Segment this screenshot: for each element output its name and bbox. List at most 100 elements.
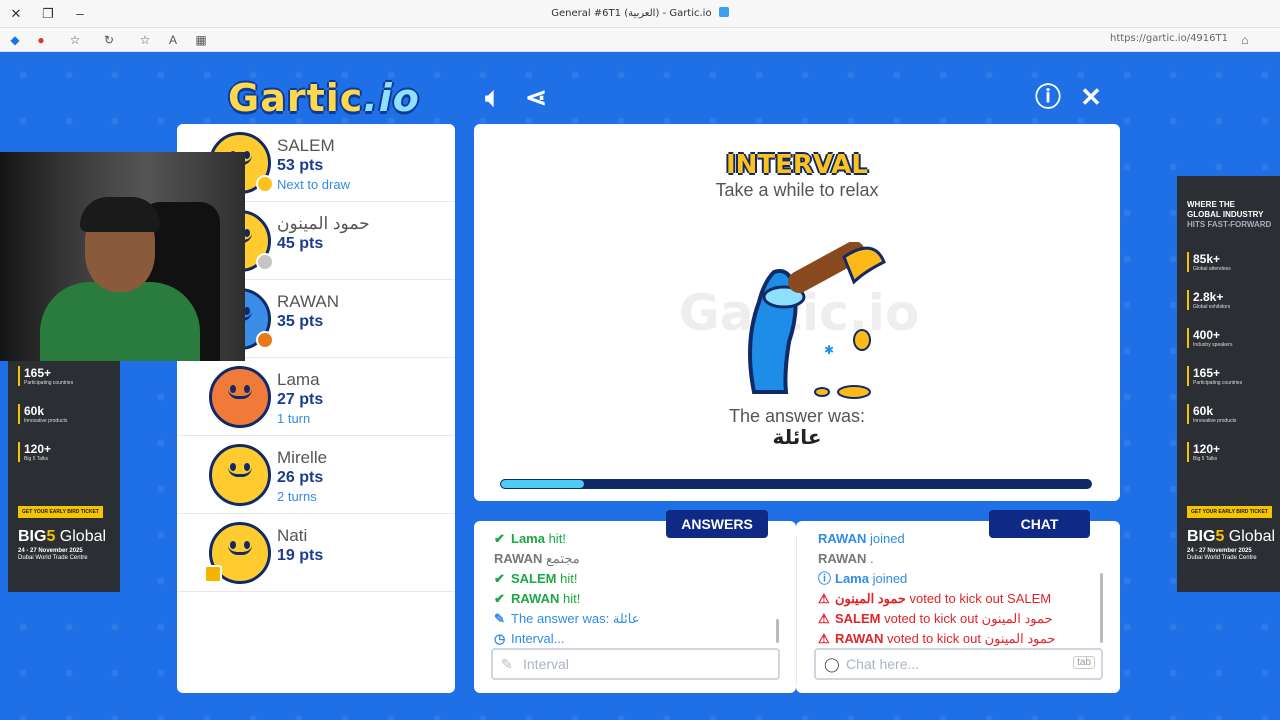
chat-message: ✔ RAWAN hit! [494, 589, 774, 609]
ad-brand-big: BIG [1187, 528, 1216, 545]
ad-brand: BIG5 Global [1187, 528, 1275, 546]
player-points: 35 pts [277, 313, 324, 330]
chat-message-list[interactable]: RAWAN joined RAWAN . ⓘ Lama joined ⚠ حمود الم… [818, 529, 1096, 649]
game-page: Gartic.io 🔈︎ ⋖ ⓘ ✕ 165+ Participating co… [0, 52, 1280, 720]
message-author: RAWAN [818, 551, 867, 566]
avatar-mouth [228, 545, 252, 555]
ad-stat-number: 60k [1193, 404, 1214, 418]
player-row[interactable]: Lama 27 pts 1 turn [177, 358, 455, 436]
ad-stat: 165+ Participating countries [18, 366, 73, 386]
pencil-icon: ✎ [501, 656, 513, 672]
ad-stat-number: 85k+ [1193, 252, 1221, 266]
ad-dates: 24 - 27 November 2025 Dubai World Trade … [18, 548, 88, 562]
ad-stat-label: Innovative products [24, 418, 68, 424]
close-icon[interactable]: ✕ [1076, 82, 1106, 112]
message-author: Lama [511, 531, 545, 546]
player-status: 2 turns [277, 489, 317, 504]
tab-chat[interactable]: CHAT [989, 510, 1090, 538]
message-author: RAWAN [818, 531, 867, 546]
ad-brand-global: Global [1224, 528, 1276, 545]
chat-message: ✎ The answer was: عائلة [494, 609, 774, 629]
message-icon: ◷ [494, 631, 506, 646]
player-row[interactable]: Mirelle 26 pts 2 turns [177, 436, 455, 514]
sound-icon[interactable]: 🔈︎ [478, 82, 508, 112]
player-points: 19 pts [277, 547, 324, 564]
copilot-icon[interactable]: ◆ [6, 31, 24, 49]
chat-message: ⚠ SALEM voted to kick out حمود المينون [818, 609, 1096, 629]
message-author: RAWAN [494, 551, 543, 566]
left-ad-banner[interactable]: 165+ Participating countries 60k Innovat… [8, 352, 120, 592]
info-icon[interactable]: ⓘ [1033, 82, 1063, 112]
message-author: Lama [835, 571, 869, 586]
message-text: hit! [556, 571, 578, 586]
refresh-icon[interactable]: ↻ [100, 31, 118, 49]
tab-answers[interactable]: ANSWERS [666, 510, 768, 538]
chat-input-box[interactable]: ◯ tab [814, 648, 1103, 680]
ad-stat-label: Big 5 Talks [24, 456, 49, 462]
message-icon: ✎ [494, 611, 505, 626]
ad-dates-text: 24 - 27 November 2025 [1187, 548, 1252, 554]
ad-brand-global: Global [55, 528, 107, 545]
chat-input[interactable] [846, 654, 1066, 674]
ad-stat-number: 120+ [1193, 442, 1221, 456]
message-author: SALEM [835, 611, 881, 626]
ad-stat: 60k Innovative products [1187, 404, 1236, 424]
avatar-mouth [228, 389, 252, 399]
ad-stat-label: Innovative products [1193, 418, 1237, 424]
ad-stat: 2.8k+ Global exhibitors [1187, 290, 1230, 310]
player-points: 45 pts [277, 235, 324, 252]
message-text: joined [868, 571, 908, 586]
message-author: حمود المينون [835, 591, 906, 606]
message-icon: ⚠ [818, 611, 830, 626]
answers-panel: ✔ Lama hit! RAWAN مجتمع ✔ SALEM hit! ✔ RAWAN h… [474, 521, 796, 693]
message-text: hit! [544, 531, 566, 546]
ad-stat-label: Participating countries [1193, 380, 1243, 386]
chat-message: ⓘ Lama joined [818, 569, 1096, 589]
player-name: SALEM [277, 136, 335, 155]
drawing-canvas[interactable]: Gartic.io INTERVAL Take a while to relax… [474, 124, 1120, 501]
address-url[interactable]: https://gartic.io/4916T1 [1110, 33, 1228, 44]
favorites-icon[interactable]: ☆ [66, 31, 84, 49]
player-row[interactable]: Nati 19 pts [177, 514, 455, 592]
chat-message: ⚠ RAWAN voted to kick out حمود المينون [818, 629, 1096, 649]
interval-title: INTERVAL [726, 150, 868, 180]
split-screen-icon[interactable]: ▦ [192, 31, 210, 49]
ad-stat-number: 400+ [1193, 328, 1221, 342]
ad-cta-button[interactable]: GET YOUR EARLY BIRD TICKET [18, 506, 103, 518]
answers-scrollbar[interactable] [776, 619, 779, 643]
logo-io-text: .io [363, 76, 420, 120]
ad-cta-button[interactable]: GET YOUR EARLY BIRD TICKET [1187, 506, 1272, 518]
ad-headline: WHERE THE GLOBAL INDUSTRY HITS FAST-FORW… [1187, 200, 1271, 230]
ad-stat-number: 165+ [24, 366, 52, 380]
ad-dates-text: 24 - 27 November 2025 [18, 548, 83, 554]
ad-venue-text: Dubai World Trade Centre [1187, 555, 1257, 561]
chat-message: RAWAN مجتمع [494, 549, 774, 569]
chat-panel: RAWAN joined RAWAN . ⓘ Lama joined ⚠ حمود الم… [796, 521, 1120, 693]
extension-icon[interactable]: ● [32, 31, 50, 49]
player-points: 27 pts [277, 391, 324, 408]
message-text: voted to kick out SALEM [905, 591, 1052, 606]
right-ad-banner[interactable]: WHERE THE GLOBAL INDUSTRY HITS FAST-FORW… [1177, 176, 1280, 592]
answers-message-list[interactable]: ✔ Lama hit! RAWAN مجتمع ✔ SALEM hit! ✔ RAWAN h… [494, 529, 774, 649]
message-icon: ✔ [494, 531, 505, 546]
ad-stat-number: 120+ [24, 442, 52, 456]
logo-main-text: Gartic [228, 76, 364, 120]
trophy-icon [204, 565, 222, 583]
avatar-mouth [228, 467, 252, 477]
chat-message: RAWAN . [818, 549, 1096, 569]
ad-stat: 400+ Industry speakers [1187, 328, 1232, 348]
answer-input-box[interactable]: ✎ [491, 648, 780, 680]
ad-stat-label: Global attendees [1193, 266, 1231, 272]
ad-stat: 165+ Participating countries [1187, 366, 1242, 386]
lock-icon: ⌂ [1241, 33, 1249, 47]
share-icon[interactable]: ⋖ [521, 82, 551, 112]
player-name: RAWAN [277, 292, 340, 311]
bookmark-star-icon[interactable]: ☆ [136, 31, 154, 49]
answer-input[interactable] [523, 654, 743, 674]
ad-stat-number: 60k [24, 404, 45, 418]
chat-scrollbar[interactable] [1100, 573, 1103, 643]
read-aloud-icon[interactable]: A [164, 31, 182, 49]
webcam-overlay [0, 152, 245, 361]
ad-brand-big: BIG [18, 528, 47, 545]
svg-text:✱: ✱ [824, 343, 834, 357]
